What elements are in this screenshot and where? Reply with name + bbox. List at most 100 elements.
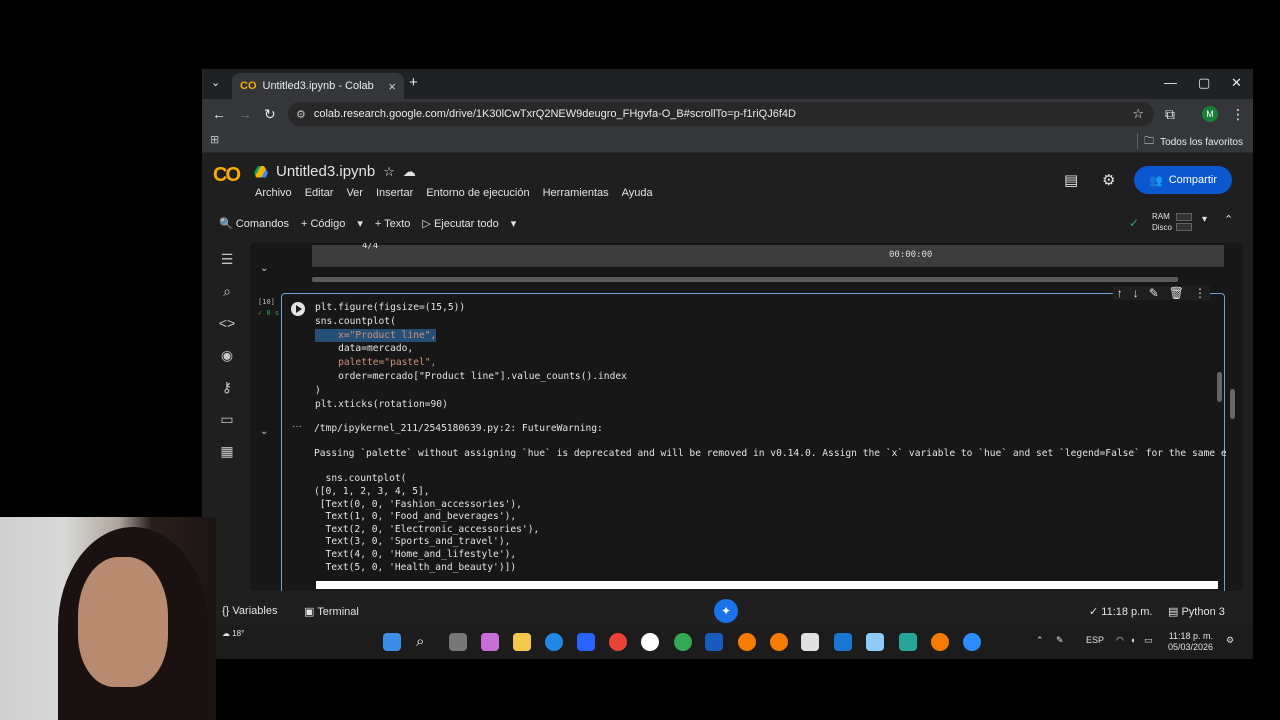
back-icon[interactable]: ← bbox=[212, 106, 226, 122]
files-folder-icon[interactable]: ▭ bbox=[218, 411, 236, 429]
horizontal-scrollbar[interactable] bbox=[312, 277, 1178, 282]
menu-ayuda[interactable]: Ayuda bbox=[622, 187, 653, 199]
find-icon[interactable]: ⌕ bbox=[218, 283, 236, 301]
code-snippets-icon[interactable]: <> bbox=[218, 315, 236, 333]
extensions-icon[interactable]: ⧉ bbox=[1165, 106, 1175, 123]
notebook-title[interactable]: Untitled3.ipynb bbox=[276, 163, 375, 180]
tray-chevron-icon[interactable]: ⌃ bbox=[1036, 635, 1044, 646]
apps-icon[interactable]: ⊞ bbox=[210, 133, 219, 146]
comments-icon[interactable]: ▤ bbox=[1064, 171, 1078, 189]
clock[interactable]: 11:18 p. m. 05/03/2026 bbox=[1168, 631, 1213, 653]
code-line: palette="pastel", bbox=[315, 357, 437, 369]
collapse-prev-output-icon[interactable]: ⌄ bbox=[260, 263, 268, 274]
colab-logo[interactable]: CO bbox=[213, 164, 241, 187]
notifications-icon[interactable]: ⚙ bbox=[1226, 635, 1234, 646]
profile-avatar[interactable]: M bbox=[1202, 106, 1218, 122]
runtime-button[interactable]: ▤ Python 3 bbox=[1168, 605, 1225, 618]
edit-icon[interactable]: ✎ bbox=[1149, 286, 1159, 300]
key-icon[interactable]: ⚷ bbox=[218, 379, 236, 397]
close-tab-icon[interactable]: × bbox=[388, 79, 396, 94]
resources-dropdown-icon[interactable]: ▾ bbox=[1202, 214, 1207, 225]
app-icon-3[interactable] bbox=[834, 633, 852, 651]
secrets-eye-icon[interactable]: ◉ bbox=[218, 347, 236, 365]
tab-search-icon[interactable]: ⌄ bbox=[211, 76, 220, 89]
app-icon-2[interactable] bbox=[801, 633, 819, 651]
code-editor[interactable]: plt.figure(figsize=(15,5)) sns.countplot(… bbox=[315, 301, 627, 411]
collapse-output-icon[interactable]: ⌄ bbox=[260, 426, 268, 437]
volume-icon[interactable]: ◖ bbox=[1130, 635, 1135, 645]
word-icon[interactable] bbox=[705, 633, 723, 651]
commands-button[interactable]: 🔍 Comandos bbox=[219, 217, 289, 230]
menu-insertar[interactable]: Insertar bbox=[376, 187, 413, 199]
blender-icon-3[interactable] bbox=[931, 633, 949, 651]
chrome-profile-icon[interactable] bbox=[674, 633, 692, 651]
exec-status[interactable]: ✓ 11:18 p.m. bbox=[1089, 605, 1152, 618]
restore-icon[interactable]: ▢ bbox=[1198, 75, 1210, 91]
data-table-icon[interactable]: ▦ bbox=[218, 443, 236, 461]
all-bookmarks-button[interactable]: 🗀 Todos los favoritos bbox=[1144, 134, 1243, 151]
menu-editar[interactable]: Editar bbox=[305, 187, 334, 199]
url-input[interactable]: ⚙ colab.research.google.com/drive/1K30lC… bbox=[288, 102, 1154, 126]
vscode-icon[interactable] bbox=[899, 633, 917, 651]
file-explorer-icon[interactable] bbox=[513, 633, 531, 651]
language-indicator[interactable]: ESP bbox=[1086, 635, 1104, 645]
menu-entorno[interactable]: Entorno de ejecución bbox=[426, 187, 529, 199]
move-up-icon[interactable]: ↑ bbox=[1117, 286, 1123, 300]
code-dropdown-icon[interactable]: ▾ bbox=[357, 217, 363, 230]
variables-button[interactable]: {} Variables bbox=[222, 605, 277, 617]
menu-herramientas[interactable]: Herramientas bbox=[543, 187, 609, 199]
notebook-scrollbar[interactable] bbox=[1230, 389, 1235, 419]
zoom-icon[interactable] bbox=[963, 633, 981, 651]
terminal-button[interactable]: ▣ Terminal bbox=[304, 605, 359, 618]
run-all-dropdown-icon[interactable]: ▾ bbox=[511, 217, 517, 230]
browser-menu-icon[interactable]: ⋮ bbox=[1231, 106, 1245, 123]
copilot-icon[interactable] bbox=[481, 633, 499, 651]
previous-output: 4/4 00:00:00 bbox=[312, 243, 1224, 267]
menu-ver[interactable]: Ver bbox=[346, 187, 363, 199]
output-menu-icon[interactable]: ··· bbox=[292, 421, 302, 432]
blender-icon[interactable] bbox=[738, 633, 756, 651]
add-text-button[interactable]: + Texto bbox=[375, 218, 411, 230]
new-tab-icon[interactable]: + bbox=[409, 74, 418, 91]
wifi-icon[interactable]: ◠ bbox=[1116, 635, 1124, 646]
battery-icon[interactable]: ▭ bbox=[1144, 635, 1153, 646]
cell-vertical-scrollbar[interactable] bbox=[1217, 372, 1222, 402]
weather-widget[interactable]: ☁ 18° bbox=[222, 629, 244, 638]
toc-icon[interactable]: ☰ bbox=[218, 251, 236, 269]
task-view-icon[interactable] bbox=[449, 633, 467, 651]
settings-gear-icon[interactable]: ⚙ bbox=[1102, 171, 1115, 189]
start-windows-icon[interactable] bbox=[383, 633, 401, 651]
tab-colab[interactable]: CO Untitled3.ipynb - Colab × bbox=[232, 73, 404, 99]
resource-monitor[interactable]: RAM Disco bbox=[1152, 211, 1172, 233]
share-button[interactable]: 👥 Compartir bbox=[1134, 166, 1232, 194]
webcam-overlay bbox=[0, 517, 216, 720]
cell-menu-icon[interactable]: ⋮ bbox=[1194, 286, 1206, 300]
forward-icon[interactable]: → bbox=[238, 106, 252, 122]
menu-archivo[interactable]: Archivo bbox=[255, 187, 292, 199]
blender-icon-2[interactable] bbox=[770, 633, 788, 651]
code-line: sns.countplot( bbox=[315, 315, 396, 327]
app-icon-4[interactable] bbox=[866, 633, 884, 651]
cloud-icon[interactable]: ☁ bbox=[403, 164, 416, 180]
star-icon[interactable]: ☆ bbox=[383, 164, 395, 180]
run-all-button[interactable]: ▷ Ejecutar todo bbox=[422, 217, 498, 230]
close-window-icon[interactable]: ✕ bbox=[1231, 75, 1242, 91]
drive-icon bbox=[254, 165, 268, 178]
edge-icon[interactable] bbox=[545, 633, 563, 651]
gemini-icon[interactable]: ✦ bbox=[714, 599, 738, 623]
minimize-icon[interactable]: — bbox=[1164, 75, 1177, 90]
add-code-button[interactable]: + Código bbox=[301, 218, 345, 230]
output-line: [Text(0, 0, 'Fashion_accessories'), bbox=[314, 498, 522, 510]
collapse-header-icon[interactable]: ⌃ bbox=[1224, 213, 1233, 226]
delete-icon[interactable]: 🗑 bbox=[1169, 286, 1184, 300]
run-cell-button[interactable] bbox=[291, 302, 305, 316]
store-icon[interactable] bbox=[577, 633, 595, 651]
bookmark-star-icon[interactable]: ☆ bbox=[1132, 106, 1144, 122]
pen-icon[interactable]: ✎ bbox=[1056, 635, 1064, 646]
site-info-icon[interactable]: ⚙ bbox=[296, 108, 306, 121]
move-down-icon[interactable]: ↓ bbox=[1133, 286, 1139, 300]
search-icon[interactable]: ⌕ bbox=[416, 633, 434, 651]
chrome-icon[interactable] bbox=[609, 633, 627, 651]
reload-icon[interactable]: ↻ bbox=[264, 106, 276, 123]
app-icon[interactable] bbox=[641, 633, 659, 651]
